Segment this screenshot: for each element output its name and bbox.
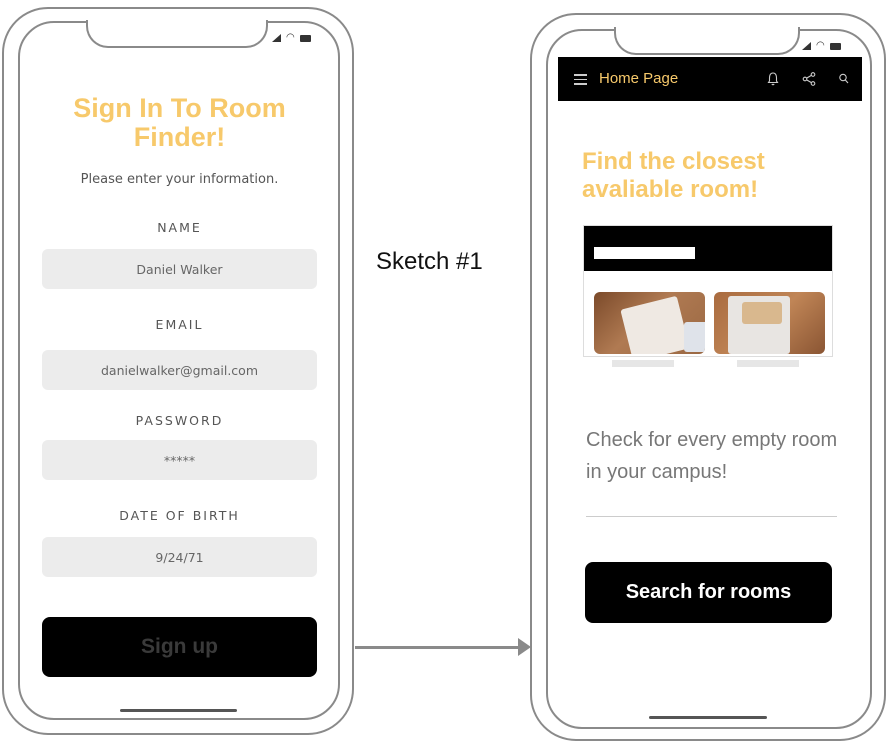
room-carousel-card[interactable] (583, 225, 833, 357)
search-icon[interactable] (836, 71, 852, 87)
status-bar: ◠ (272, 32, 311, 43)
home-indicator (649, 716, 767, 719)
battery-icon (829, 42, 841, 50)
bell-icon[interactable] (765, 71, 781, 87)
home-indicator (120, 709, 237, 712)
name-label: NAME (157, 220, 202, 235)
email-label: EMAIL (155, 317, 204, 332)
sketch-label: Sketch #1 (376, 248, 483, 275)
card-title-placeholder (594, 247, 695, 259)
info-text: Check for every empty room in your campu… (586, 429, 838, 483)
hamburger-menu-icon[interactable] (574, 74, 587, 85)
wifi-icon: ◠ (816, 40, 825, 51)
wifi-icon: ◠ (286, 32, 295, 43)
password-field[interactable] (42, 440, 317, 480)
password-label: PASSWORD (135, 413, 224, 428)
signin-subtitle: Please enter your information. (80, 172, 279, 187)
appbar-title: Home Page (599, 70, 679, 87)
search-rooms-button[interactable]: Search for rooms (585, 562, 832, 623)
signup-button[interactable]: Sign up (42, 617, 317, 677)
room-image-1[interactable] (594, 292, 705, 354)
email-field[interactable] (42, 350, 317, 390)
home-phone-screen (546, 29, 872, 729)
name-field[interactable] (42, 249, 317, 289)
dob-field[interactable] (42, 537, 317, 577)
signal-icon (272, 34, 281, 42)
room-caption-placeholder-2 (737, 360, 799, 367)
card-header (584, 226, 832, 271)
flow-arrow-line (355, 646, 525, 649)
battery-icon (299, 34, 311, 42)
dob-label: DATE OF BIRTH (119, 508, 240, 523)
signal-icon (802, 42, 811, 50)
room-caption-placeholder-1 (612, 360, 674, 367)
room-image-2[interactable] (714, 292, 825, 354)
phone-notch (614, 27, 800, 55)
divider (586, 516, 837, 517)
app-bar: Home Page (558, 57, 862, 101)
share-icon[interactable] (801, 71, 817, 87)
hero-title: Find the closest avaliable room! (582, 148, 765, 203)
phone-notch (86, 20, 268, 48)
status-bar: ◠ (802, 40, 841, 51)
signin-title: Sign In To Room Finder! (73, 93, 286, 152)
